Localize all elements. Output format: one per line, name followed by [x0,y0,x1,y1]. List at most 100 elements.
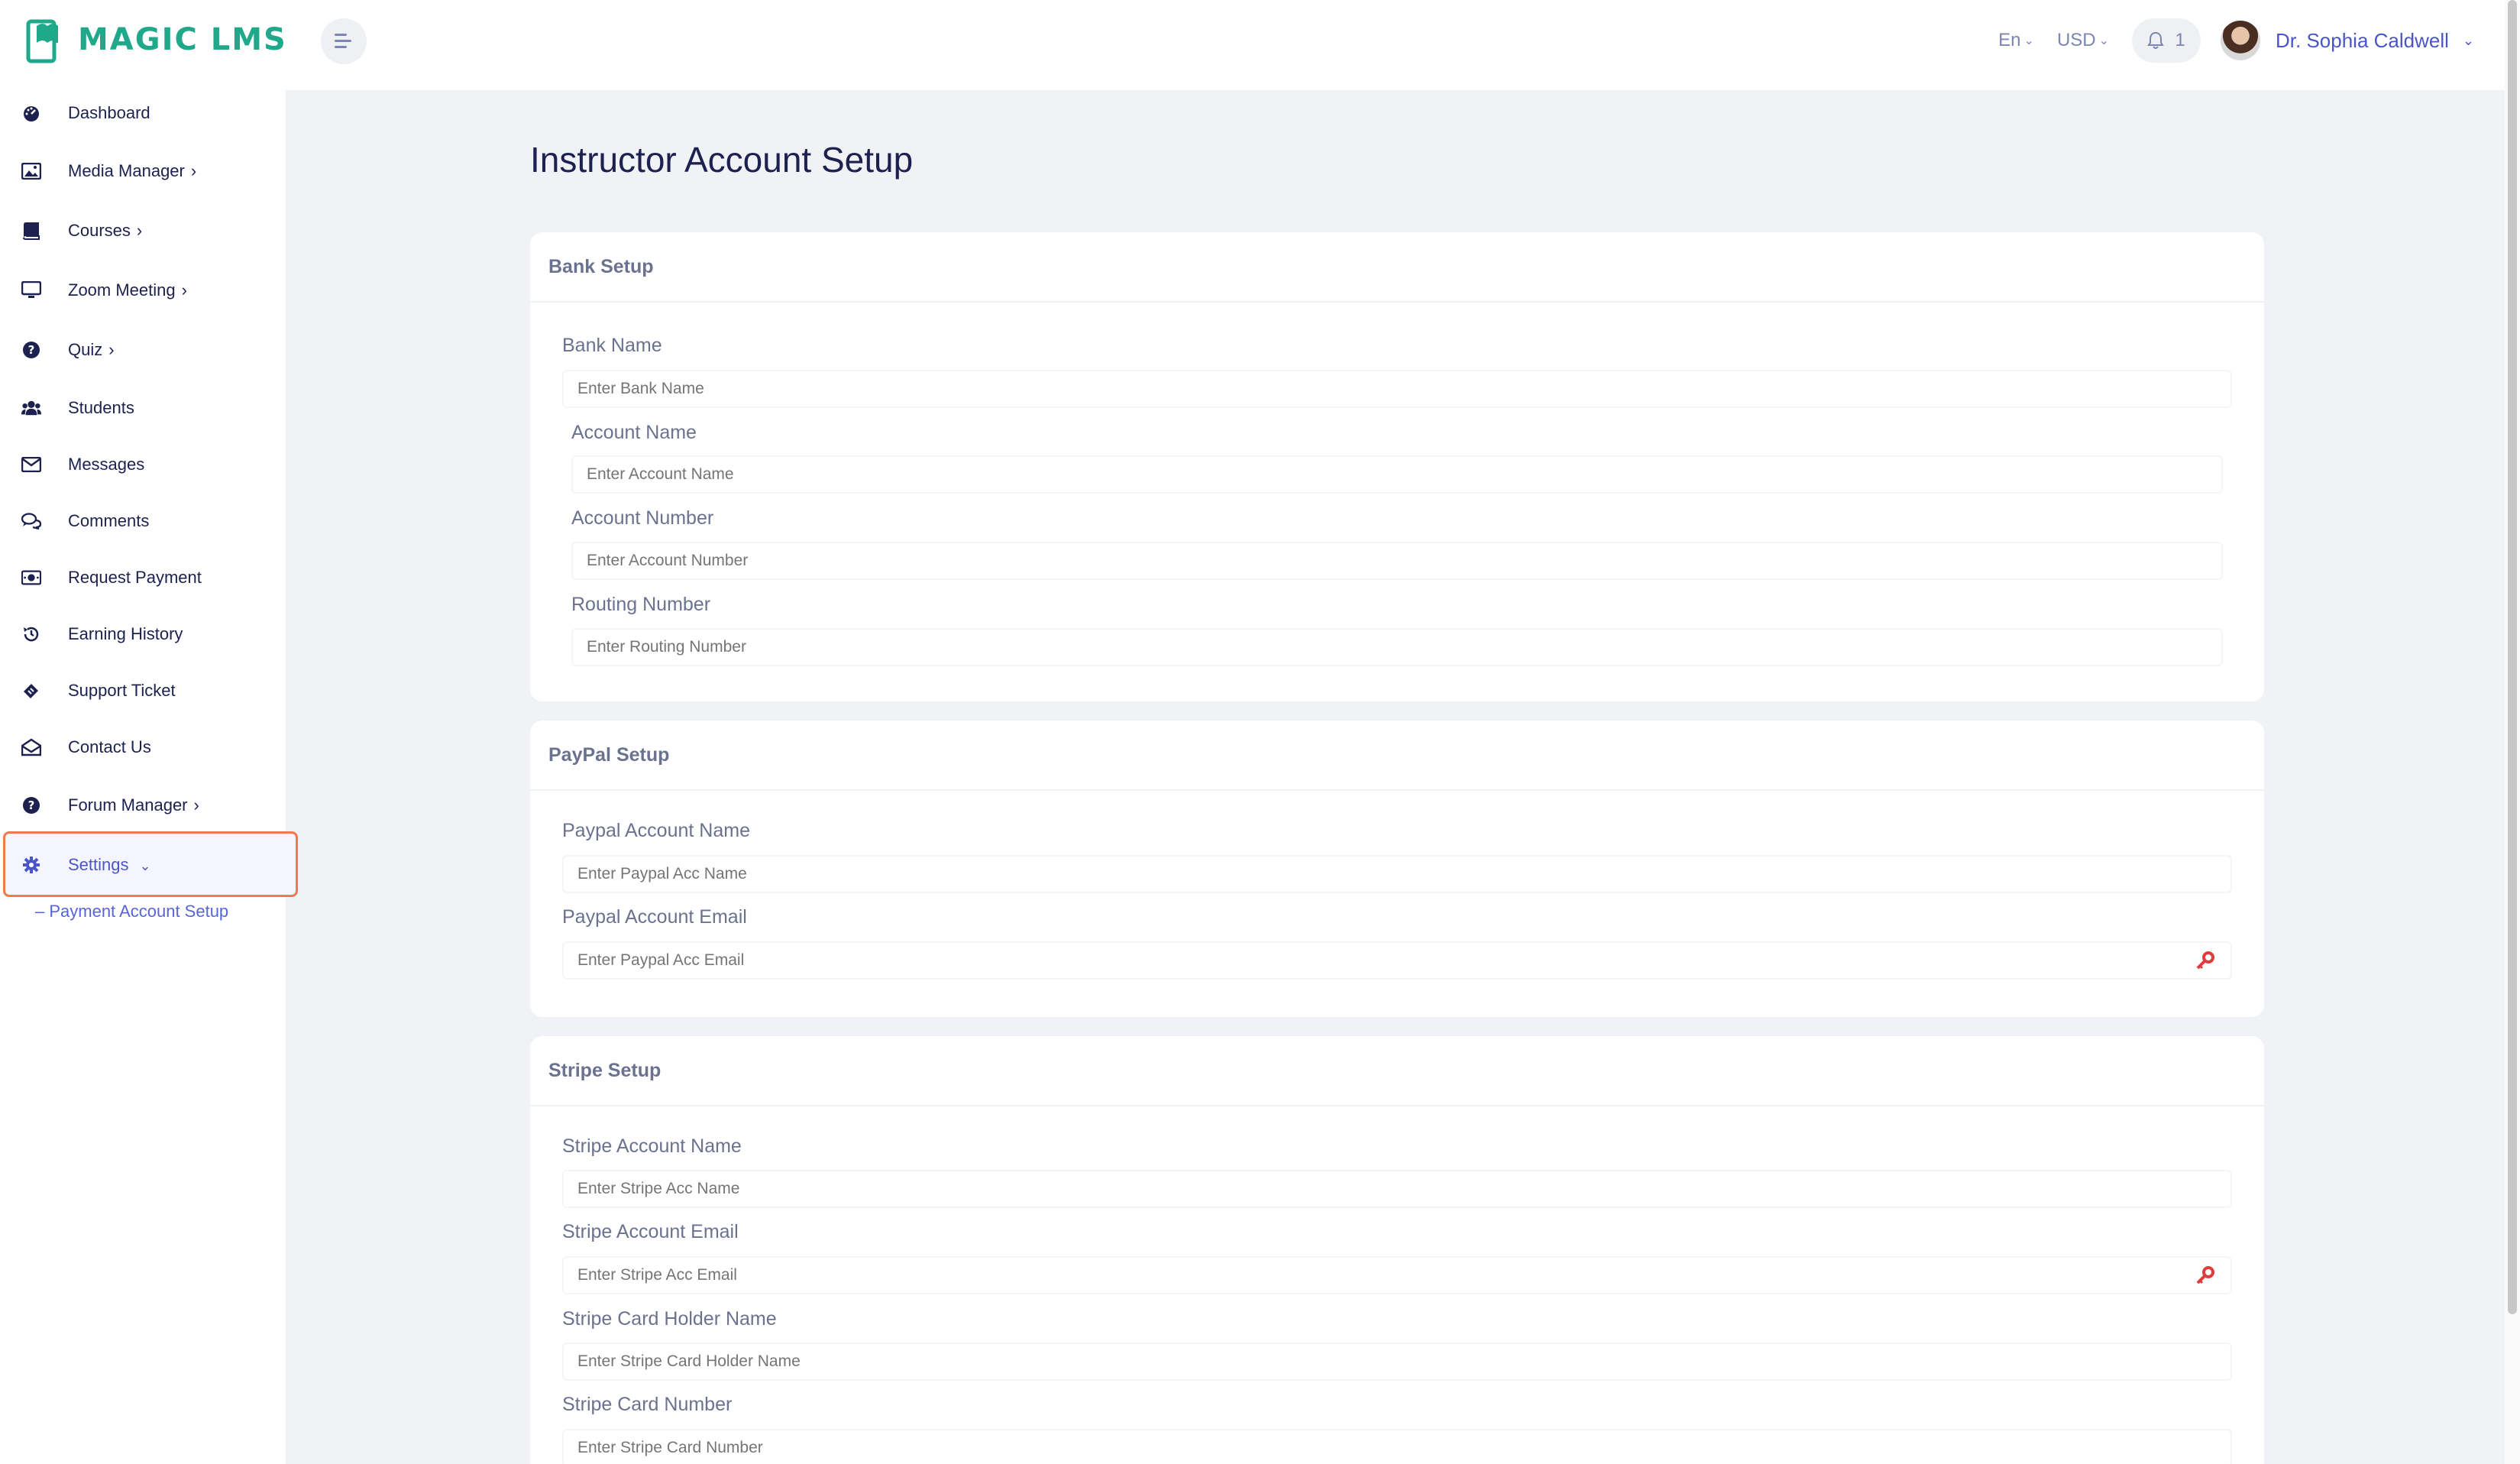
account-name-label: Account Name [571,422,697,443]
currency-selector[interactable]: USD ⌄ [2057,30,2109,51]
sidebar-item-label: Contact Us [68,737,151,756]
currency-value: USD [2056,30,2096,50]
card-heading: PayPal Setup [530,721,2264,791]
sidebar-item-media-manager[interactable]: Media Manager › [0,148,286,194]
user-name: Dr. Sophia Caldwell [2276,28,2449,52]
question-icon: ? [21,340,41,360]
sidebar-item-label: Quiz [68,340,103,359]
history-icon [21,624,41,644]
sidebar-item-settings[interactable]: Settings ⌄ [0,842,286,888]
question-icon: ? [21,795,41,815]
sidebar-item-dashboard[interactable]: Dashboard [0,90,286,136]
bell-icon [2147,31,2165,49]
stripe-card-number-label: Stripe Card Number [562,1394,733,1415]
image-icon [21,161,41,181]
sidebar-toggle-button[interactable] [321,18,367,64]
sidebar-item-label: Messages [68,455,145,474]
bank-name-input[interactable] [562,370,2232,408]
svg-text:?: ? [28,343,35,357]
language-value: En [1998,30,2021,50]
sidebar-item-label: Support Ticket [68,681,176,700]
routing-number-label: Routing Number [571,594,711,615]
paypal-acc-name-label: Paypal Account Name [562,820,750,841]
menu-lines-icon [335,34,351,48]
avatar [2219,19,2263,62]
key-icon[interactable] [2195,951,2215,970]
chevron-right-icon: › [190,161,197,180]
dashboard-icon [21,103,41,123]
card-heading: Stripe Setup [530,1036,2264,1106]
sidebar-item-label: Zoom Meeting [68,280,176,300]
gear-icon [21,855,41,875]
chevron-right-icon: › [136,221,143,240]
book-icon [21,221,41,241]
brand-logo[interactable]: MAGIC LMS [26,15,287,64]
sidebar-item-request-payment[interactable]: Request Payment [0,555,286,601]
book-logo-icon [26,19,58,63]
card-heading: Bank Setup [530,232,2264,303]
ticket-icon [21,681,41,701]
chevron-right-icon: › [193,795,199,815]
money-icon [21,568,41,588]
sidebar-item-messages[interactable]: Messages [0,442,286,487]
bank-name-label: Bank Name [562,335,662,356]
page-scrollbar-thumb[interactable] [2508,0,2517,1314]
notifications-button[interactable]: 1 [2132,18,2201,63]
envelope-open-icon [21,737,41,757]
page-title: Instructor Account Setup [530,140,914,180]
brand-name: MAGIC LMS [78,22,287,57]
sidebar-subitem-payment-account-setup[interactable]: – Payment Account Setup [35,902,228,921]
sidebar-item-label: Comments [68,511,150,530]
account-name-input[interactable] [571,455,2223,494]
stripe-holder-input[interactable] [562,1343,2232,1381]
sidebar-item-students[interactable]: Students [0,385,286,431]
paypal-acc-email-input[interactable] [562,941,2232,980]
chevron-down-icon: ⌄ [139,858,151,873]
sidebar-item-comments[interactable]: Comments [0,498,286,544]
account-number-label: Account Number [571,507,714,529]
envelope-icon [21,455,41,475]
monitor-icon [21,280,41,300]
chevron-down-icon: ⌄ [2023,34,2034,47]
language-selector[interactable]: En ⌄ [1998,30,2034,51]
chevron-right-icon: › [108,340,115,359]
stripe-setup-card: Stripe Setup Stripe Account Name Stripe … [530,1036,2264,1464]
paypal-acc-email-label: Paypal Account Email [562,906,747,928]
sidebar: Dashboard Media Manager › Courses › Zoom M… [0,90,298,1464]
stripe-holder-label: Stripe Card Holder Name [562,1308,777,1330]
notification-count: 1 [2175,30,2185,50]
top-header: MAGIC LMS En ⌄ USD ⌄ 1 Dr. Sophia Caldwe… [0,0,2505,90]
sidebar-item-support-ticket[interactable]: Support Ticket [0,668,286,714]
stripe-acc-email-input[interactable] [562,1256,2232,1294]
paypal-acc-name-input[interactable] [562,855,2232,893]
paypal-setup-card: PayPal Setup Paypal Account Name Paypal … [530,721,2264,1017]
sidebar-item-label: Settings [68,855,129,874]
sidebar-item-earning-history[interactable]: Earning History [0,611,286,657]
sidebar-item-zoom-meeting[interactable]: Zoom Meeting › [0,267,286,313]
key-icon[interactable] [2195,1265,2215,1285]
paypal-acc-email-wrapper [562,941,2232,980]
stripe-acc-email-wrapper [562,1256,2232,1294]
chevron-down-icon: ⌄ [2462,32,2474,48]
stripe-acc-name-label: Stripe Account Name [562,1135,742,1157]
sidebar-item-label: Students [68,398,134,417]
sidebar-item-contact-us[interactable]: Contact Us [0,724,286,770]
sidebar-item-label: Forum Manager [68,795,188,815]
sidebar-item-label: Request Payment [68,568,202,587]
chevron-down-icon: ⌄ [2098,34,2110,47]
sidebar-item-label: Dashboard [68,103,150,122]
sidebar-item-label: Earning History [68,624,183,643]
sidebar-item-label: Courses [68,221,131,240]
stripe-acc-name-input[interactable] [562,1170,2232,1208]
sidebar-item-forum-manager[interactable]: ? Forum Manager › [0,782,286,828]
sidebar-item-courses[interactable]: Courses › [0,208,286,254]
account-number-input[interactable] [571,542,2223,580]
comments-icon [21,511,41,531]
stripe-card-number-input[interactable] [562,1429,2232,1464]
page-scrollbar-track[interactable] [2505,0,2520,1464]
users-icon [21,398,41,418]
user-menu[interactable]: Dr. Sophia Caldwell ⌄ [2219,19,2474,62]
sidebar-item-quiz[interactable]: ? Quiz › [0,327,286,373]
sidebar-item-label: Media Manager [68,161,185,180]
routing-number-input[interactable] [571,628,2223,666]
